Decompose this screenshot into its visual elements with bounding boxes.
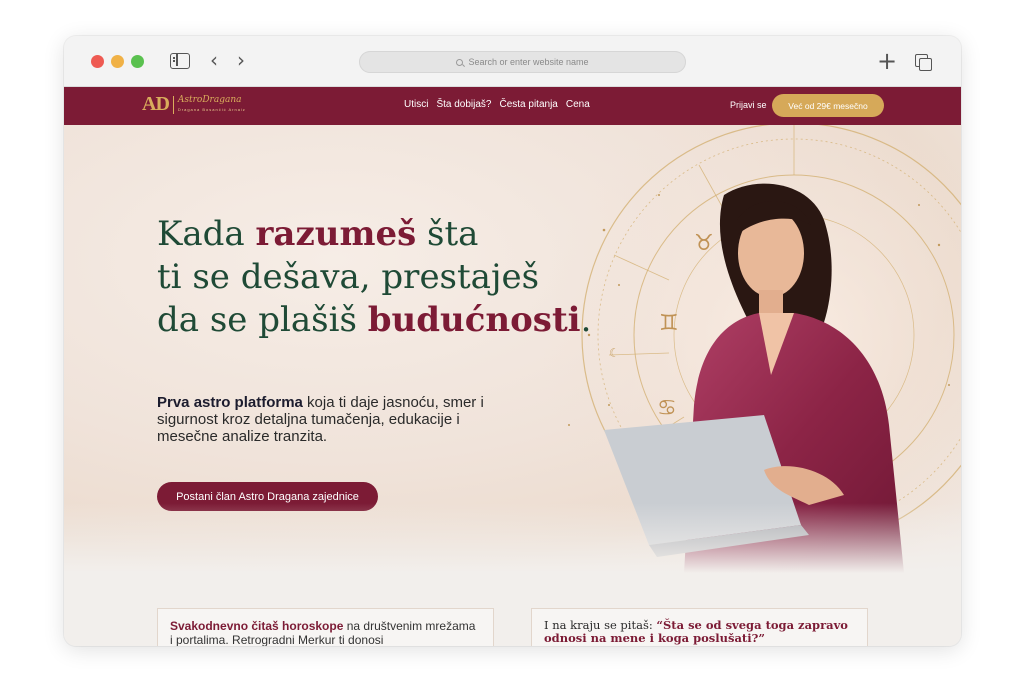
taurus-symbol-icon: ♉ <box>694 231 714 256</box>
sidebar-toggle-icon[interactable] <box>170 53 190 69</box>
menu-item-cesta-pitanja[interactable]: Česta pitanja <box>500 99 558 110</box>
cancer-symbol-icon: ♋ <box>657 396 677 421</box>
gemini-symbol-icon: ♊ <box>659 311 679 336</box>
menu-item-sta-dobijas[interactable]: Šta dobijaš? <box>436 99 491 110</box>
pain-point-card-left: Svakodnevno čitaš horoskope na društveni… <box>157 608 494 646</box>
minimize-window-button[interactable] <box>111 55 124 68</box>
logo-divider <box>172 95 174 114</box>
site-navbar: AD AstroDragana Dragana Bosančić Arnaiz … <box>64 87 961 125</box>
address-bar[interactable]: Search or enter website name <box>359 51 686 73</box>
logo-subtitle: Dragana Bosančić Arnaiz <box>177 106 246 112</box>
forward-arrow-icon[interactable]: › <box>237 50 245 70</box>
logo-monogram: AD <box>142 93 170 115</box>
menu-item-cena[interactable]: Cena <box>566 99 590 110</box>
pain-point-card-right: I na kraju se pitaš: “Šta se od svega to… <box>531 608 868 646</box>
back-arrow-icon[interactable]: ‹ <box>210 50 218 70</box>
browser-toolbar: ‹ › Search or enter website name + <box>64 36 961 87</box>
moon-icon: ☾ <box>609 346 620 360</box>
new-tab-icon[interactable]: + <box>877 49 897 73</box>
main-menu: Utisci Šta dobijaš? Česta pitanja Cena <box>404 99 590 110</box>
search-icon <box>456 58 464 66</box>
address-bar-placeholder: Search or enter website name <box>468 57 589 67</box>
site-logo[interactable]: AD AstroDragana Dragana Bosančić Arnaiz <box>142 93 246 116</box>
close-window-button[interactable] <box>91 55 104 68</box>
logo-wordmark: AstroDragana <box>177 94 242 105</box>
hero-section: ♈ ♉ ♊ ♋ ☾ Kada razumeš šta ti se dešava,… <box>64 125 961 573</box>
pain-points-section: Svakodnevno čitaš horoskope na društveni… <box>64 573 961 646</box>
maximize-window-button[interactable] <box>131 55 144 68</box>
tab-overview-icon[interactable] <box>915 54 932 71</box>
hero-bottom-fade <box>64 503 961 573</box>
hero-subheadline: Prva astro platforma koja ti daje jasnoć… <box>157 394 484 445</box>
hero-headline: Kada razumeš šta ti se dešava, prestaješ… <box>157 214 592 340</box>
login-link[interactable]: Prijavi se <box>730 100 767 110</box>
menu-item-utisci[interactable]: Utisci <box>404 99 428 110</box>
pricing-cta-button[interactable]: Već od 29€ mesečno <box>772 94 884 117</box>
browser-window: ‹ › Search or enter website name + AD As… <box>64 36 961 646</box>
